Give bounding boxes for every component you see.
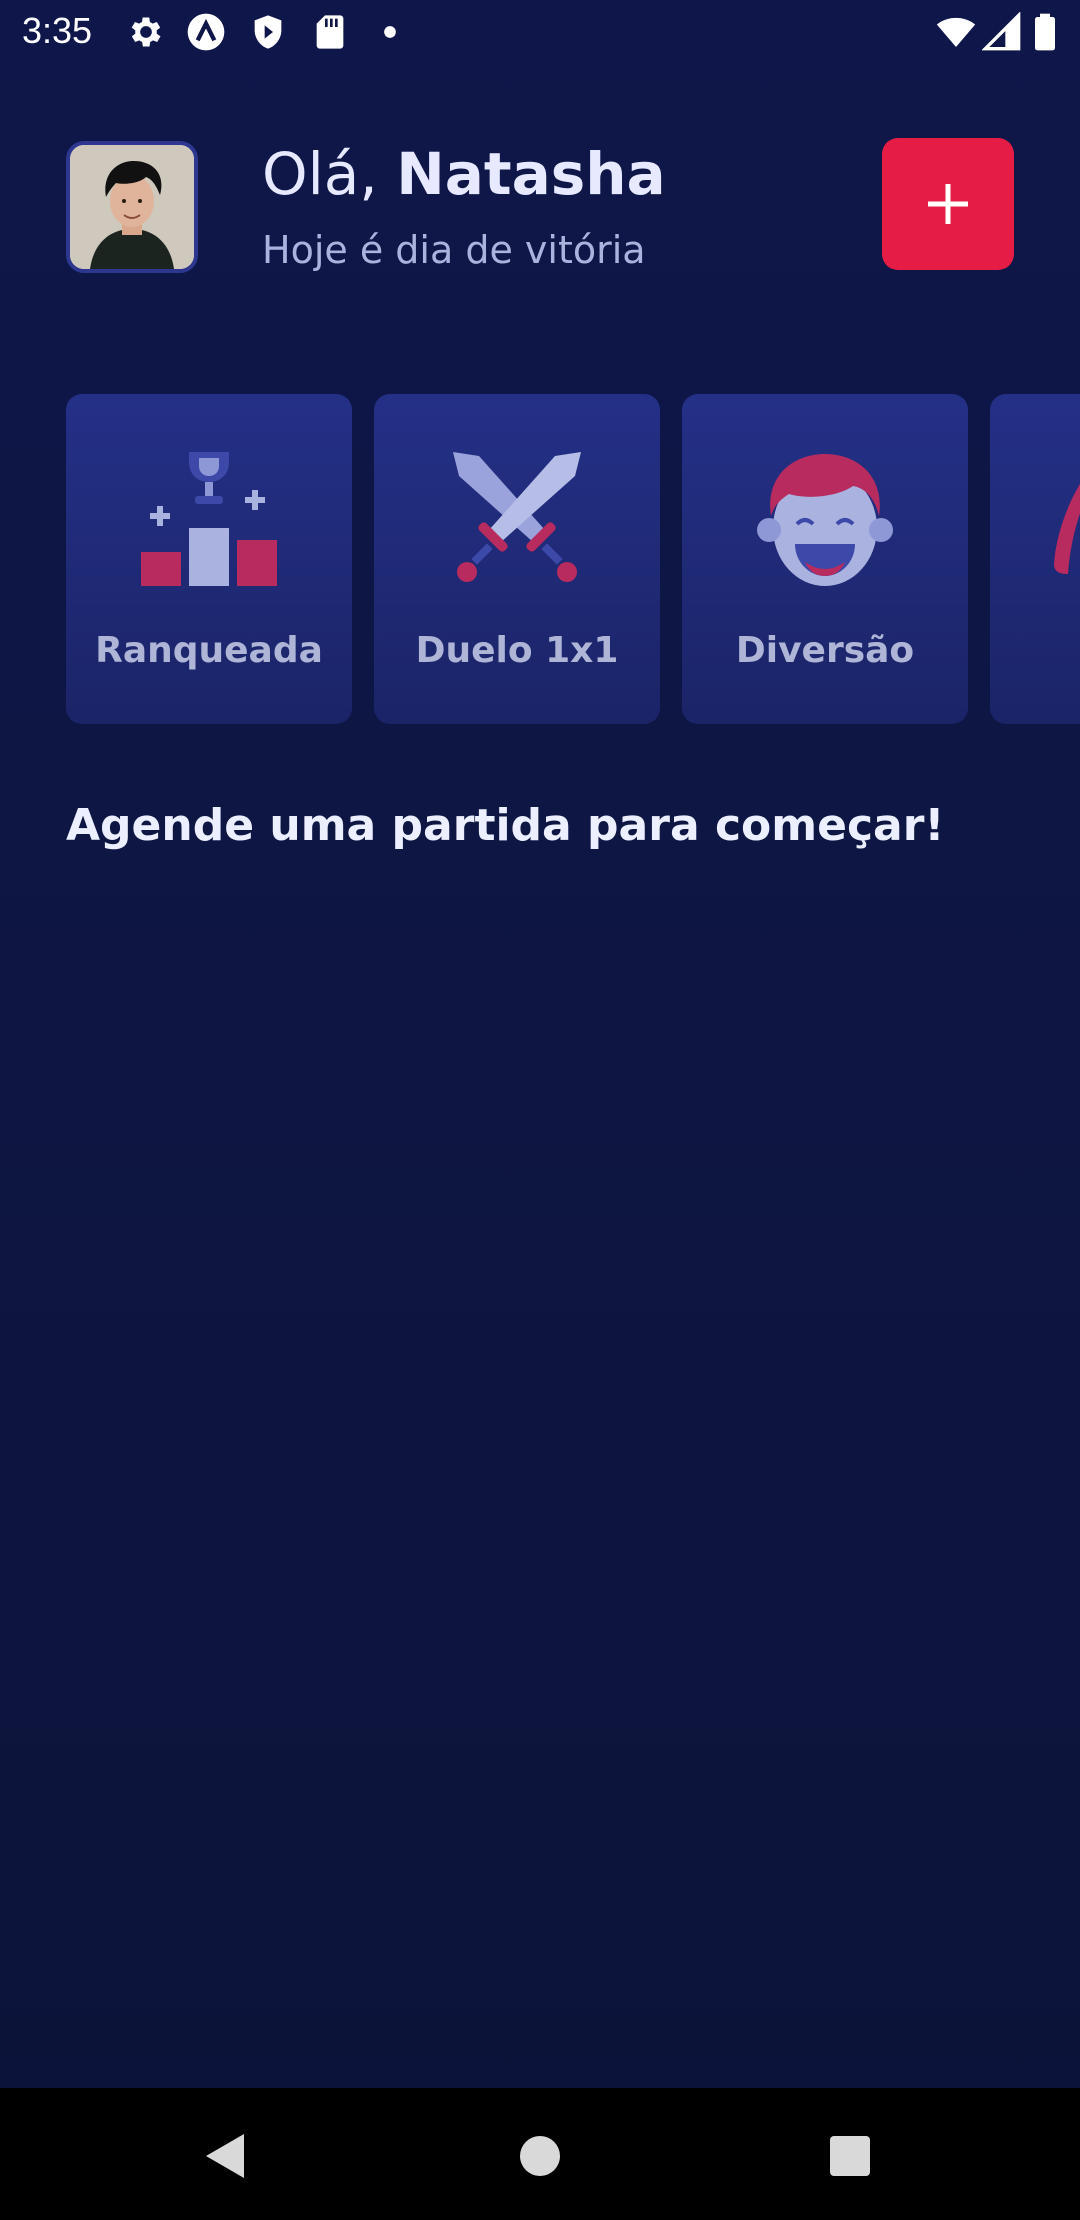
status-time: 3:35 — [22, 10, 93, 51]
category-card-ranqueada[interactable]: Ranqueada — [66, 394, 352, 724]
settings-icon — [131, 17, 161, 47]
category-label: Duelo 1x1 — [415, 630, 619, 671]
shield-icon — [254, 15, 282, 49]
home-icon[interactable] — [512, 2128, 568, 2184]
greeting-hello: Olá, — [262, 140, 378, 208]
greeting-subtitle: Hoje é dia de vitória — [262, 228, 646, 272]
category-card-diversao[interactable]: Diversão — [682, 394, 968, 724]
dot-icon — [384, 26, 396, 38]
crossed-swords-icon — [453, 452, 581, 582]
navigation-bar — [0, 2088, 1080, 2220]
wifi-icon — [936, 17, 976, 47]
add-match-button[interactable] — [882, 138, 1014, 270]
partial-card-icon — [1054, 484, 1080, 574]
laughing-face-icon — [757, 454, 893, 586]
greeting: Olá, Natasha — [262, 140, 666, 208]
profile-photo — [70, 145, 194, 269]
category-list[interactable]: Ranqueada Duelo 1x1 Diversão — [66, 394, 1080, 724]
signal-icon — [982, 12, 1021, 51]
category-card-duelo[interactable]: Duelo 1x1 — [374, 394, 660, 724]
category-card-partial[interactable] — [990, 394, 1080, 724]
user-name: Natasha — [396, 140, 666, 208]
app-a-icon — [187, 13, 225, 51]
empty-state-message: Agende uma partida para começar! — [66, 800, 945, 851]
plus-icon — [928, 184, 968, 224]
battery-icon — [1035, 13, 1055, 51]
sd-card-icon — [316, 15, 344, 49]
category-label: Ranqueada — [95, 630, 323, 671]
back-icon[interactable] — [200, 2128, 256, 2184]
podium-trophy-icon — [141, 452, 277, 586]
avatar[interactable] — [66, 141, 198, 273]
category-label: Diversão — [735, 630, 915, 671]
recents-icon[interactable] — [822, 2128, 878, 2184]
status-bar: 3:35 — [0, 0, 1080, 66]
